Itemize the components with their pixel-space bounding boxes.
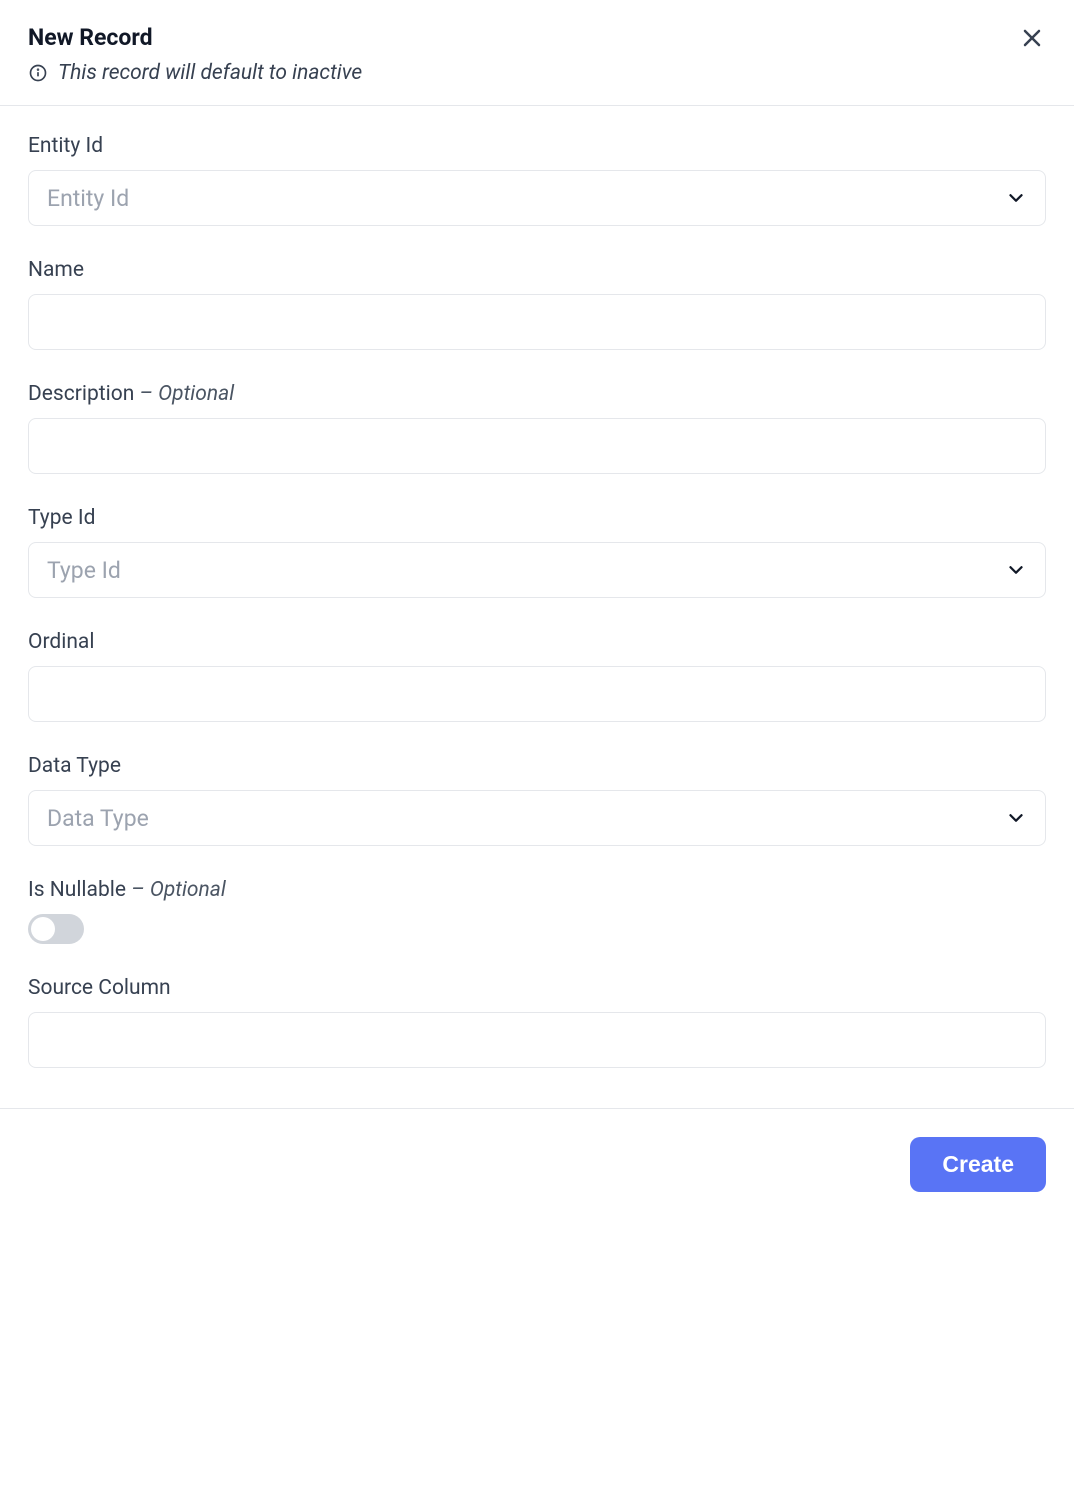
- select-placeholder: Type Id: [47, 557, 121, 584]
- field-entity-id: Entity Id Entity Id: [28, 134, 1046, 226]
- dialog-title: New Record: [28, 24, 362, 51]
- label-description: Description – Optional: [28, 382, 1046, 406]
- label-ordinal: Ordinal: [28, 630, 1046, 654]
- label-type-id: Type Id: [28, 506, 1046, 530]
- label-is-nullable: Is Nullable – Optional: [28, 878, 1046, 902]
- label-description-text: Description: [28, 382, 134, 406]
- select-type-id[interactable]: Type Id: [28, 542, 1046, 598]
- chevron-down-icon: [1005, 559, 1027, 581]
- label-is-nullable-optional: – Optional: [131, 878, 226, 902]
- dialog-footer: Create: [0, 1108, 1074, 1220]
- chevron-down-icon: [1005, 807, 1027, 829]
- label-source-column: Source Column: [28, 976, 1046, 1000]
- field-type-id: Type Id Type Id: [28, 506, 1046, 598]
- input-ordinal[interactable]: [28, 666, 1046, 722]
- select-entity-id[interactable]: Entity Id: [28, 170, 1046, 226]
- toggle-knob: [31, 917, 55, 941]
- dialog-subtitle: This record will default to inactive: [58, 61, 362, 85]
- subtitle-row: This record will default to inactive: [28, 61, 362, 85]
- toggle-is-nullable[interactable]: [28, 914, 84, 944]
- field-ordinal: Ordinal: [28, 630, 1046, 722]
- label-data-type: Data Type: [28, 754, 1046, 778]
- label-description-optional: – Optional: [140, 382, 235, 406]
- chevron-down-icon: [1005, 187, 1027, 209]
- field-name: Name: [28, 258, 1046, 350]
- input-name[interactable]: [28, 294, 1046, 350]
- field-data-type: Data Type Data Type: [28, 754, 1046, 846]
- create-button[interactable]: Create: [910, 1137, 1046, 1192]
- label-is-nullable-text: Is Nullable: [28, 878, 126, 902]
- close-button[interactable]: [1018, 24, 1046, 52]
- input-source-column[interactable]: [28, 1012, 1046, 1068]
- field-is-nullable: Is Nullable – Optional: [28, 878, 1046, 944]
- select-placeholder: Entity Id: [47, 185, 129, 212]
- header-left: New Record This record will default to i…: [28, 24, 362, 85]
- input-description[interactable]: [28, 418, 1046, 474]
- label-entity-id: Entity Id: [28, 134, 1046, 158]
- select-placeholder: Data Type: [47, 805, 149, 832]
- label-name: Name: [28, 258, 1046, 282]
- field-source-column: Source Column: [28, 976, 1046, 1068]
- select-data-type[interactable]: Data Type: [28, 790, 1046, 846]
- field-description: Description – Optional: [28, 382, 1046, 474]
- info-icon: [28, 63, 48, 83]
- form-body: Entity Id Entity Id Name Description – O…: [0, 106, 1074, 1108]
- dialog-header: New Record This record will default to i…: [0, 0, 1074, 106]
